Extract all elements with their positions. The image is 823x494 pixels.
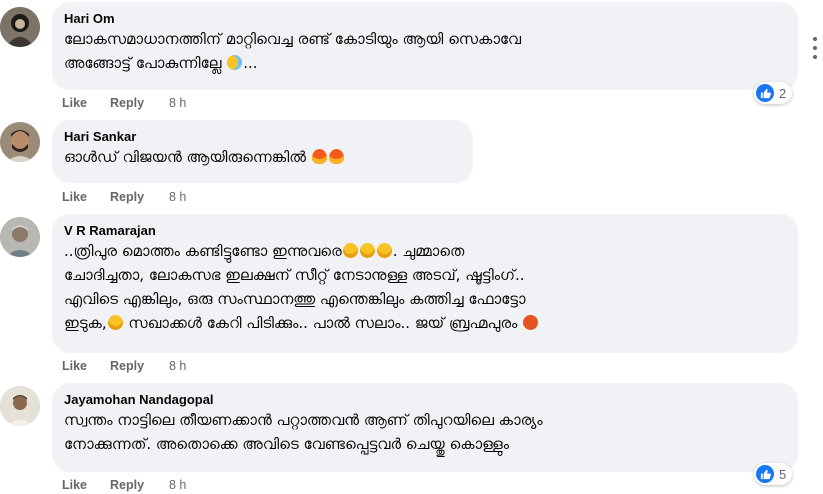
comment-text-body: ലോകസമാധാനത്തിന് മാറ്റിവെച്ച രണ്ട് കോടിയു… (64, 30, 522, 72)
reply-action[interactable]: Reply (110, 478, 144, 492)
comment-author[interactable]: Hari Sankar (64, 128, 461, 145)
avatar[interactable] (0, 217, 40, 257)
comment-timestamp[interactable]: 8 h (169, 478, 186, 492)
avatar-image (0, 7, 40, 47)
laughing-emoji-icon (342, 243, 358, 258)
like-action[interactable]: Like (62, 190, 87, 204)
avatar[interactable] (0, 122, 40, 162)
avatar[interactable] (0, 386, 40, 426)
comment-text: സ്വന്തം നാട്ടിലെ തീയണക്കാൻ പറ്റാത്തവൻ ആണ… (64, 411, 543, 453)
avatar[interactable] (0, 7, 40, 47)
comment-author[interactable]: V R Ramarajan (64, 222, 786, 239)
comment-text-body: ..ത്രിപുര മൊത്തം കണ്ടിട്ടുണ്ടോ ഇന്നുവരെ (64, 242, 342, 260)
laughing-emoji-icon (107, 315, 123, 330)
more-options-icon[interactable] (808, 37, 822, 59)
comment-text: ലോകസമാധാനത്തിന് മാറ്റിവെച്ച രണ്ട് കോടിയു… (64, 30, 522, 72)
like-action[interactable]: Like (62, 359, 87, 373)
like-action[interactable]: Like (62, 96, 87, 110)
avatar-image (0, 122, 40, 162)
comment-bubble: Hari Sankar ഓൾഡ് വിജയൻ ആയിരുന്നെങ്കിൽ (52, 120, 473, 183)
comment-timestamp[interactable]: 8 h (169, 96, 186, 110)
avatar-image (0, 217, 40, 257)
comment-text-body: ഓൾഡ് വിജയൻ ആയിരുന്നെങ്കിൽ (64, 148, 306, 166)
comment-text: ..ത്രിപുര മൊത്തം കണ്ടിട്ടുണ്ടോ ഇന്നുവരെ.… (64, 239, 786, 335)
comment-bubble: Hari Om ലോകസമാധാനത്തിന് മാറ്റിവെച്ച രണ്ട… (52, 2, 798, 90)
fire-emoji-icon (311, 149, 327, 164)
reaction-count: 5 (779, 466, 787, 482)
fire-emoji-icon (328, 149, 344, 164)
like-thumb-icon (756, 465, 774, 483)
reply-action[interactable]: Reply (110, 96, 144, 110)
avatar-image (0, 386, 40, 426)
comment-text: ഓൾഡ് വിജയൻ ആയിരുന്നെങ്കിൽ (64, 145, 461, 169)
like-thumb-icon (756, 84, 774, 102)
comment-author[interactable]: Hari Om (64, 10, 786, 27)
reaction-summary[interactable]: 5 (754, 463, 793, 485)
reply-action[interactable]: Reply (110, 190, 144, 204)
comment-text-body: സഖാക്കൾ കേറി പിടിക്കും.. പാൽ സലാം.. ജയ് … (123, 314, 518, 332)
angry-face-emoji-icon (523, 315, 539, 330)
tear-face-emoji-icon (227, 55, 243, 70)
reply-action[interactable]: Reply (110, 359, 144, 373)
laughing-emoji-icon (376, 243, 392, 258)
comment-bubble: Jayamohan Nandagopal സ്വന്തം നാട്ടിലെ തീ… (52, 383, 798, 472)
comment-timestamp[interactable]: 8 h (169, 190, 186, 204)
like-action[interactable]: Like (62, 478, 87, 492)
comment-timestamp[interactable]: 8 h (169, 359, 186, 373)
laughing-emoji-icon (359, 243, 375, 258)
reaction-count: 2 (779, 85, 787, 101)
comment-author[interactable]: Jayamohan Nandagopal (64, 391, 786, 408)
comment-bubble: V R Ramarajan ..ത്രിപുര മൊത്തം കണ്ടിട്ടു… (52, 214, 798, 353)
reaction-summary[interactable]: 2 (754, 82, 793, 104)
